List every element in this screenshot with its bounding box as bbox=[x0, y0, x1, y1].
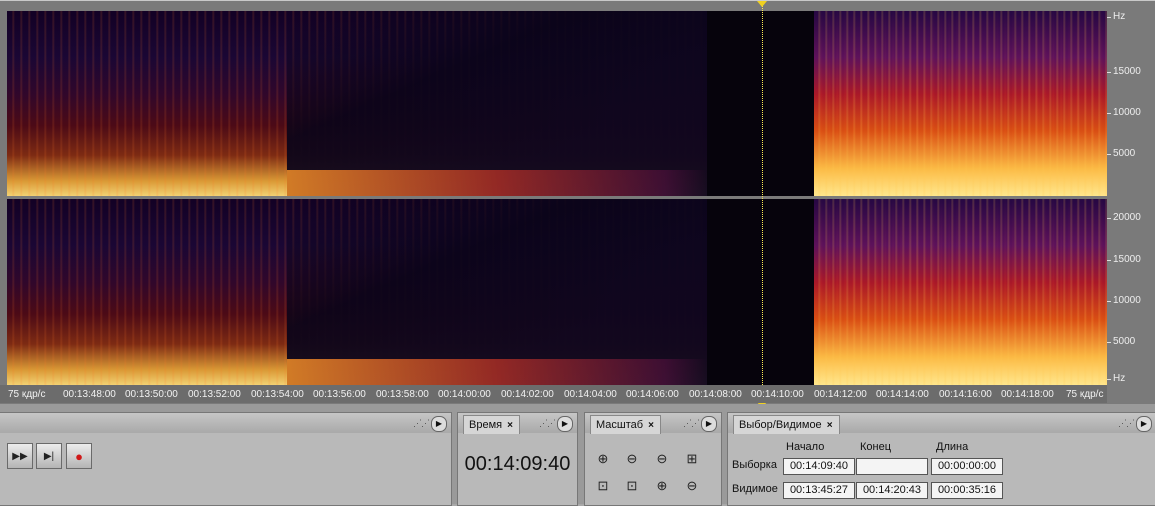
spectrogram-silence bbox=[707, 199, 814, 385]
zoom-out-full-icon[interactable]: ⊖ bbox=[652, 449, 672, 469]
time-tick-label: 00:13:52:00 bbox=[188, 389, 241, 400]
zoom-out-amplitude-icon[interactable]: ⊖ bbox=[622, 449, 642, 469]
row-label-selection: Выборка bbox=[732, 459, 777, 471]
panel-grip-icon[interactable]: ⋰⋰ bbox=[1118, 418, 1135, 429]
column-header-start: Начало bbox=[786, 441, 825, 453]
bottom-panel-area: ⋰⋰ ▶ ▶▶ ▶| ● Время × ⋰⋰ ▶ 00:14:09:40 Ма… bbox=[0, 404, 1155, 506]
time-tick-label: 00:13:50:00 bbox=[125, 389, 178, 400]
panel-grip-icon[interactable]: ⋰⋰ bbox=[683, 418, 700, 429]
frequency-tick-label: 20000 bbox=[1107, 212, 1141, 223]
spectrogram-low-band bbox=[287, 170, 707, 196]
row-label-view: Видимое bbox=[732, 483, 778, 495]
column-header-end: Конец bbox=[860, 441, 892, 453]
spectrogram-channel-left[interactable] bbox=[7, 11, 1107, 196]
selection-start-field[interactable]: 00:14:09:40 bbox=[783, 458, 855, 475]
time-tick-label: 00:13:58:00 bbox=[376, 389, 429, 400]
panel-menu-icon[interactable]: ▶ bbox=[557, 416, 573, 432]
tab-zoom-label: Масштаб bbox=[596, 419, 644, 431]
zoom-to-left-edge-icon[interactable]: ⊡ bbox=[593, 476, 613, 496]
tab-selection-view-label: Выбор/Видимое bbox=[739, 419, 822, 431]
record-button[interactable]: ● bbox=[66, 443, 92, 469]
selection-length-field[interactable]: 00:00:00:00 bbox=[931, 458, 1003, 475]
time-tick-label: 00:14:10:00 bbox=[751, 389, 804, 400]
panel-menu-icon[interactable]: ▶ bbox=[701, 416, 717, 432]
zoom-in-vertical-icon[interactable]: ⊕ bbox=[652, 476, 672, 496]
time-ruler-rate-label: 75 кдр/с bbox=[1066, 389, 1104, 400]
panel-grip-icon[interactable]: ⋰⋰ bbox=[413, 418, 430, 429]
column-header-length: Длина bbox=[936, 441, 969, 453]
selection-view-panel: Выбор/Видимое × ⋰⋰ ▶ Начало Конец Длина … bbox=[727, 412, 1155, 506]
time-panel: Время × ⋰⋰ ▶ 00:14:09:40 bbox=[457, 412, 578, 506]
panel-header: Масштаб × ⋰⋰ ▶ bbox=[585, 413, 721, 434]
frequency-tick-label: Hz bbox=[1106, 373, 1126, 384]
spectrogram-silence bbox=[707, 11, 814, 196]
tab-selection-view[interactable]: Выбор/Видимое × bbox=[733, 415, 840, 434]
spectrogram-low-band bbox=[287, 359, 707, 385]
fast-forward-button[interactable]: ▶▶ bbox=[7, 443, 33, 469]
frequency-tick-label: 5000 bbox=[1106, 148, 1136, 159]
time-tick-label: 00:14:02:00 bbox=[501, 389, 554, 400]
view-start-field[interactable]: 00:13:45:27 bbox=[783, 482, 855, 499]
frequency-tick-label: 15000 bbox=[1107, 66, 1141, 77]
frequency-axis-channel-1: Hz 15000 10000 5000 bbox=[1106, 11, 1155, 196]
view-length-field[interactable]: 00:00:35:16 bbox=[931, 482, 1003, 499]
frequency-axis-channel-2: 20000 15000 10000 5000 Hz bbox=[1106, 199, 1155, 385]
zoom-panel: Масштаб × ⋰⋰ ▶ ⊕ ⊖ ⊖ ⊞ ⊡ ⊡ ⊕ ⊖ bbox=[584, 412, 722, 506]
time-tick-label: 00:14:16:00 bbox=[939, 389, 992, 400]
zoom-selection-icon[interactable]: ⊞ bbox=[682, 449, 702, 469]
time-tick-label: 00:13:54:00 bbox=[251, 389, 304, 400]
panel-grip-icon[interactable]: ⋰⋰ bbox=[539, 418, 556, 429]
go-to-end-button[interactable]: ▶| bbox=[36, 443, 62, 469]
current-time-display: 00:14:09:40 bbox=[464, 453, 571, 475]
time-tick-label: 00:14:08:00 bbox=[689, 389, 742, 400]
tab-time[interactable]: Время × bbox=[463, 415, 520, 434]
time-tick-label: 00:14:14:00 bbox=[876, 389, 929, 400]
spectrogram-decay-region bbox=[287, 11, 707, 196]
frequency-tick-label: 15000 bbox=[1107, 254, 1141, 265]
spectrogram-loud-section bbox=[814, 11, 1107, 196]
zoom-out-vertical-icon[interactable]: ⊖ bbox=[682, 476, 702, 496]
spectral-frequency-display[interactable]: Hz 15000 10000 5000 20000 15000 10000 50… bbox=[0, 0, 1155, 405]
frequency-tick-label: 5000 bbox=[1106, 336, 1136, 347]
frequency-tick-label: 10000 bbox=[1107, 295, 1141, 306]
time-tick-label: 00:14:00:00 bbox=[438, 389, 491, 400]
time-tick-label: 00:14:12:00 bbox=[814, 389, 867, 400]
time-tick-label: 00:14:18:00 bbox=[1001, 389, 1054, 400]
spectrogram-loud-section bbox=[814, 199, 1107, 385]
panel-header: Время × ⋰⋰ ▶ bbox=[458, 413, 577, 434]
close-icon[interactable]: × bbox=[827, 420, 833, 431]
time-tick-label: 00:13:48:00 bbox=[63, 389, 116, 400]
selection-end-field[interactable] bbox=[856, 458, 928, 475]
close-icon[interactable]: × bbox=[648, 420, 654, 431]
transport-panel: ⋰⋰ ▶ ▶▶ ▶| ● bbox=[0, 412, 452, 506]
zoom-in-amplitude-icon[interactable]: ⊕ bbox=[593, 449, 613, 469]
view-end-field[interactable]: 00:14:20:43 bbox=[856, 482, 928, 499]
spectrogram-decay-region bbox=[287, 199, 707, 385]
panel-menu-icon[interactable]: ▶ bbox=[1136, 416, 1152, 432]
playhead-top-marker-icon[interactable] bbox=[757, 1, 767, 7]
frequency-tick-label: Hz bbox=[1106, 11, 1126, 22]
frequency-tick-label: 10000 bbox=[1107, 107, 1141, 118]
time-ruler[interactable]: 75 кдр/с 00:13:48:00 00:13:50:00 00:13:5… bbox=[0, 385, 1107, 403]
time-tick-label: 00:14:04:00 bbox=[564, 389, 617, 400]
panel-header: Выбор/Видимое × ⋰⋰ ▶ bbox=[728, 413, 1155, 434]
spectrogram-channel-right[interactable] bbox=[7, 199, 1107, 385]
playhead-cursor-line[interactable] bbox=[762, 1, 763, 385]
zoom-to-right-edge-icon[interactable]: ⊡ bbox=[622, 476, 642, 496]
panel-menu-icon[interactable]: ▶ bbox=[431, 416, 447, 432]
time-tick-label: 00:13:56:00 bbox=[313, 389, 366, 400]
tab-time-label: Время bbox=[469, 419, 503, 431]
panel-header: ⋰⋰ ▶ bbox=[0, 413, 451, 433]
close-icon[interactable]: × bbox=[507, 420, 513, 431]
time-tick-label: 00:14:06:00 bbox=[626, 389, 679, 400]
time-ruler-rate-label: 75 кдр/с bbox=[8, 389, 46, 400]
tab-zoom[interactable]: Масштаб × bbox=[590, 415, 661, 434]
